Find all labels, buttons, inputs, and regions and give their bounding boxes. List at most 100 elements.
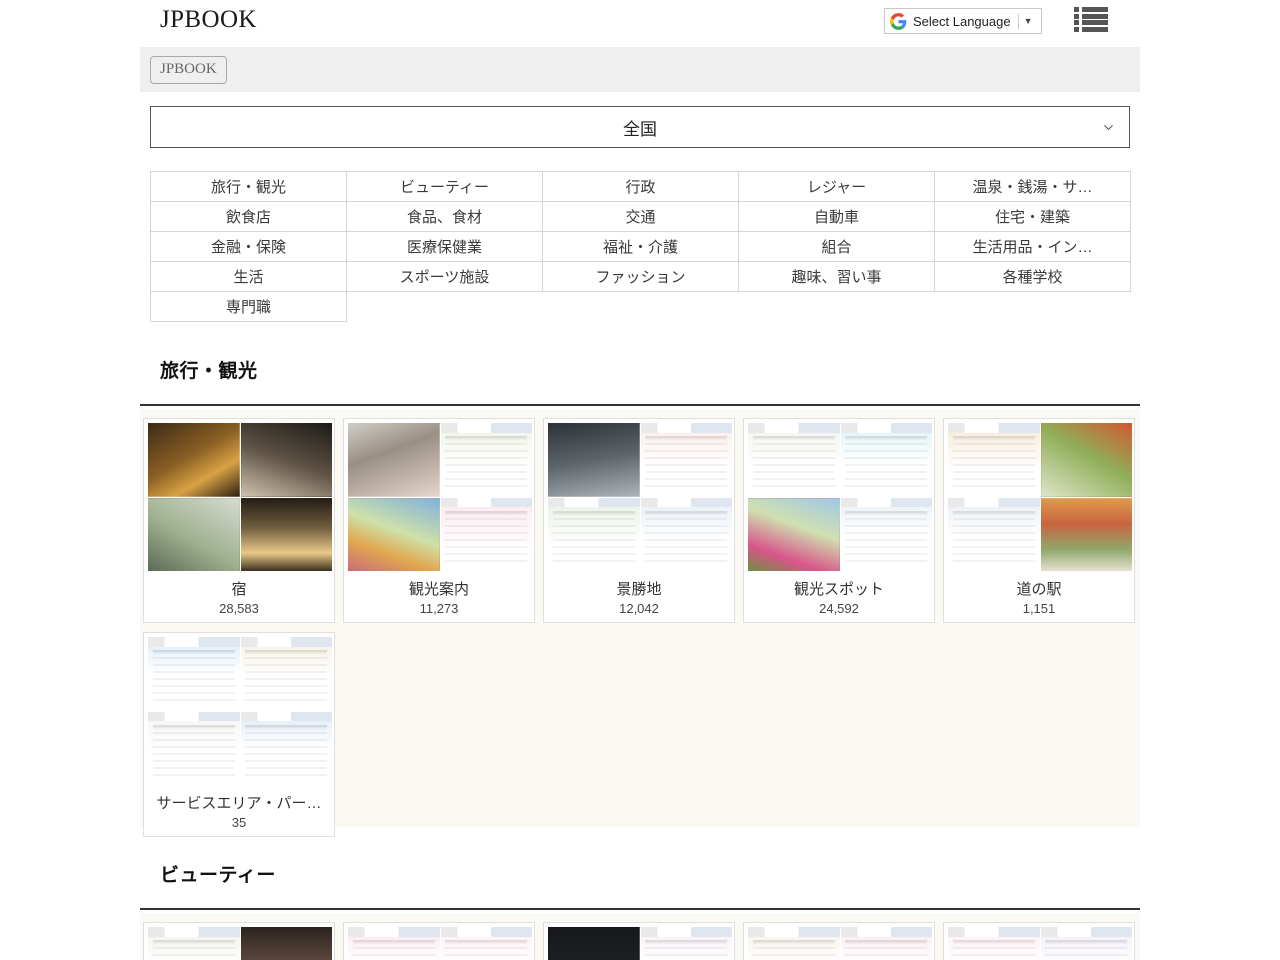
- thumbnail-tile: [441, 498, 533, 572]
- thumbnail-tile: [148, 498, 240, 572]
- card-count: 24,592: [748, 599, 930, 622]
- category-cell[interactable]: 福祉・介護: [543, 232, 739, 262]
- menu-row: [1074, 7, 1108, 12]
- category-card[interactable]: 観光スポット 24,592: [743, 418, 935, 623]
- category-cell[interactable]: 住宅・建築: [935, 202, 1131, 232]
- thumbnail-tile: [1041, 927, 1133, 960]
- menu-row: [1074, 27, 1108, 32]
- section-divider: [140, 908, 1140, 910]
- category-table: 旅行・観光 ビューティー 行政 レジャー 温泉・銭湯・サ… 飲食店 食品、食材 …: [150, 171, 1131, 322]
- category-cell[interactable]: ファッション: [543, 262, 739, 292]
- thumbnail-tile: [548, 498, 640, 572]
- category-cell-empty: [739, 292, 935, 322]
- thumbnail-tile: [948, 498, 1040, 572]
- category-cell[interactable]: 組合: [739, 232, 935, 262]
- card-label: 景勝地: [548, 571, 730, 599]
- category-cell[interactable]: 医療保健業: [347, 232, 543, 262]
- category-cell[interactable]: 飲食店: [151, 202, 347, 232]
- thumbnail-tile: [348, 423, 440, 497]
- category-cell[interactable]: 自動車: [739, 202, 935, 232]
- thumbnail-tile: [148, 927, 240, 960]
- page-root: JPBOOK Select Language ▼ JPBOOK: [0, 0, 1280, 960]
- card-thumbnail-collage: [148, 637, 332, 785]
- category-card[interactable]: 宿 28,583: [143, 418, 335, 623]
- thumbnail-tile: [748, 498, 840, 572]
- table-row: 飲食店 食品、食材 交通 自動車 住宅・建築: [151, 202, 1131, 232]
- card-count: 35: [148, 813, 330, 836]
- thumbnail-tile: [948, 927, 1040, 960]
- thumbnail-tile: [641, 423, 733, 497]
- category-cell[interactable]: レジャー: [739, 172, 935, 202]
- thumbnail-tile: [148, 423, 240, 497]
- card-thumbnail-collage: [948, 423, 1132, 571]
- card-label: 観光案内: [348, 571, 530, 599]
- thumbnail-tile: [148, 712, 240, 786]
- thumbnail-tile: [1041, 498, 1133, 572]
- category-card[interactable]: サービスエリア・パー… 35: [143, 632, 335, 837]
- category-card[interactable]: 景勝地 12,042: [543, 418, 735, 623]
- card-thumbnail-collage: [148, 927, 332, 960]
- category-cell-empty: [543, 292, 739, 322]
- table-row: 金融・保険 医療保健業 福祉・介護 組合 生活用品・イン…: [151, 232, 1131, 262]
- card-count: 12,042: [548, 599, 730, 622]
- thumbnail-tile: [948, 423, 1040, 497]
- chevron-down-icon[interactable]: ▼: [1019, 17, 1037, 26]
- breadcrumb-item-jpbook[interactable]: JPBOOK: [150, 56, 227, 84]
- thumbnail-tile: [748, 423, 840, 497]
- card-row: サービスエリア・パー… 35: [140, 632, 1140, 846]
- thumbnail-tile: [241, 712, 333, 786]
- thumbnail-tile: [841, 423, 933, 497]
- region-select[interactable]: 全国: [150, 106, 1130, 148]
- card-thumbnail-collage: [148, 423, 332, 571]
- thumbnail-tile: [748, 927, 840, 960]
- category-cell[interactable]: 趣味、習い事: [739, 262, 935, 292]
- category-cell[interactable]: 生活: [151, 262, 347, 292]
- menu-row: [1074, 20, 1108, 25]
- category-cell[interactable]: 生活用品・イン…: [935, 232, 1131, 262]
- card-row: [140, 922, 1140, 960]
- breadcrumb: JPBOOK: [140, 47, 1140, 92]
- category-cell[interactable]: スポーツ施設: [347, 262, 543, 292]
- category-cell[interactable]: ビューティー: [347, 172, 543, 202]
- menu-row: [1074, 14, 1108, 19]
- chevron-down-icon: [1102, 121, 1115, 134]
- category-card[interactable]: [943, 922, 1135, 960]
- card-thumbnail-collage: [548, 927, 732, 960]
- card-thumbnail-collage: [948, 927, 1132, 960]
- section-body-travel: 宿 28,583 観光案内 11,273: [140, 409, 1140, 827]
- card-count: 11,273: [348, 599, 530, 622]
- category-cell[interactable]: 交通: [543, 202, 739, 232]
- site-header: JPBOOK Select Language ▼: [0, 0, 1280, 45]
- category-card[interactable]: [743, 922, 935, 960]
- category-cell[interactable]: 温泉・銭湯・サ…: [935, 172, 1131, 202]
- category-card[interactable]: 観光案内 11,273: [343, 418, 535, 623]
- google-translate-widget[interactable]: Select Language ▼: [884, 8, 1042, 34]
- section-title-beauty: ビューティー: [160, 860, 276, 887]
- card-thumbnail-collage: [748, 423, 932, 571]
- category-cell[interactable]: 旅行・観光: [151, 172, 347, 202]
- category-cell[interactable]: 金融・保険: [151, 232, 347, 262]
- category-cell[interactable]: 行政: [543, 172, 739, 202]
- card-label: 観光スポット: [748, 571, 930, 599]
- thumbnail-tile: [441, 927, 533, 960]
- thumbnail-tile: [148, 637, 240, 711]
- category-card[interactable]: [343, 922, 535, 960]
- category-card[interactable]: [143, 922, 335, 960]
- thumbnail-tile: [548, 927, 640, 960]
- category-cell[interactable]: 食品、食材: [347, 202, 543, 232]
- thumbnail-tile: [641, 498, 733, 572]
- category-card[interactable]: [543, 922, 735, 960]
- category-cell[interactable]: 専門職: [151, 292, 347, 322]
- category-cell[interactable]: 各種学校: [935, 262, 1131, 292]
- category-table-body: 旅行・観光 ビューティー 行政 レジャー 温泉・銭湯・サ… 飲食店 食品、食材 …: [151, 172, 1131, 322]
- table-row: 旅行・観光 ビューティー 行政 レジャー 温泉・銭湯・サ…: [151, 172, 1131, 202]
- thumbnail-tile: [641, 927, 733, 960]
- site-brand-title[interactable]: JPBOOK: [160, 6, 257, 34]
- category-card[interactable]: 道の駅 1,151: [943, 418, 1135, 623]
- category-cell-empty: [935, 292, 1131, 322]
- thumbnail-tile: [241, 423, 333, 497]
- thumbnail-tile: [1041, 423, 1133, 497]
- thumbnail-tile: [241, 498, 333, 572]
- category-cell-empty: [347, 292, 543, 322]
- list-menu-icon[interactable]: [1074, 6, 1108, 33]
